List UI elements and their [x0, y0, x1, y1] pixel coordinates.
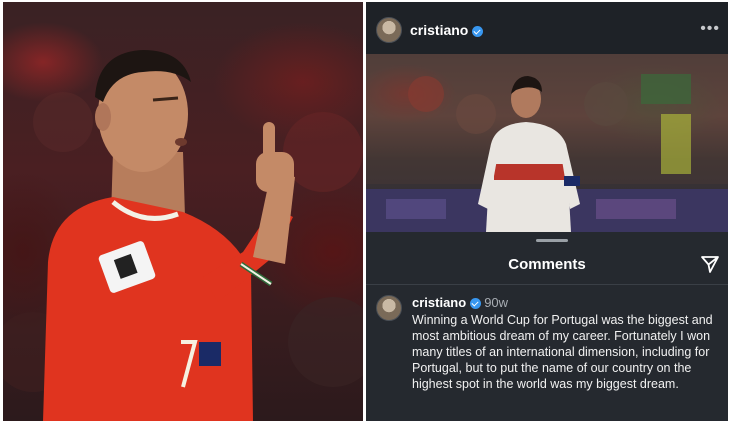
comment-username[interactable]: cristiano [412, 295, 466, 310]
comment-header: cristiano 90w [412, 295, 508, 310]
comment-time: 90w [484, 295, 509, 310]
verified-icon [470, 298, 482, 310]
post-header: cristiano ••• [366, 2, 728, 54]
instagram-post-panel: cristiano ••• Comments cristiano 90w Win… [366, 2, 728, 421]
verified-icon [472, 25, 484, 37]
post-username[interactable]: cristiano [410, 22, 484, 38]
post-username-text[interactable]: cristiano [410, 22, 468, 38]
avatar[interactable] [376, 17, 402, 43]
more-icon[interactable]: ••• [700, 20, 720, 38]
comment-text: Winning a World Cup for Portugal was the… [412, 313, 713, 391]
comments-title: Comments [508, 256, 586, 273]
comment-avatar[interactable] [376, 295, 402, 321]
video-frame-illustration [366, 54, 728, 232]
post-video[interactable] [366, 54, 728, 232]
player-photo [3, 2, 363, 421]
player-photo-illustration [3, 50, 363, 421]
divider [366, 284, 728, 285]
share-icon[interactable] [700, 254, 720, 274]
drag-handle[interactable] [536, 239, 568, 242]
comments-sheet: Comments cristiano 90w Winning a World Cu… [366, 232, 728, 421]
